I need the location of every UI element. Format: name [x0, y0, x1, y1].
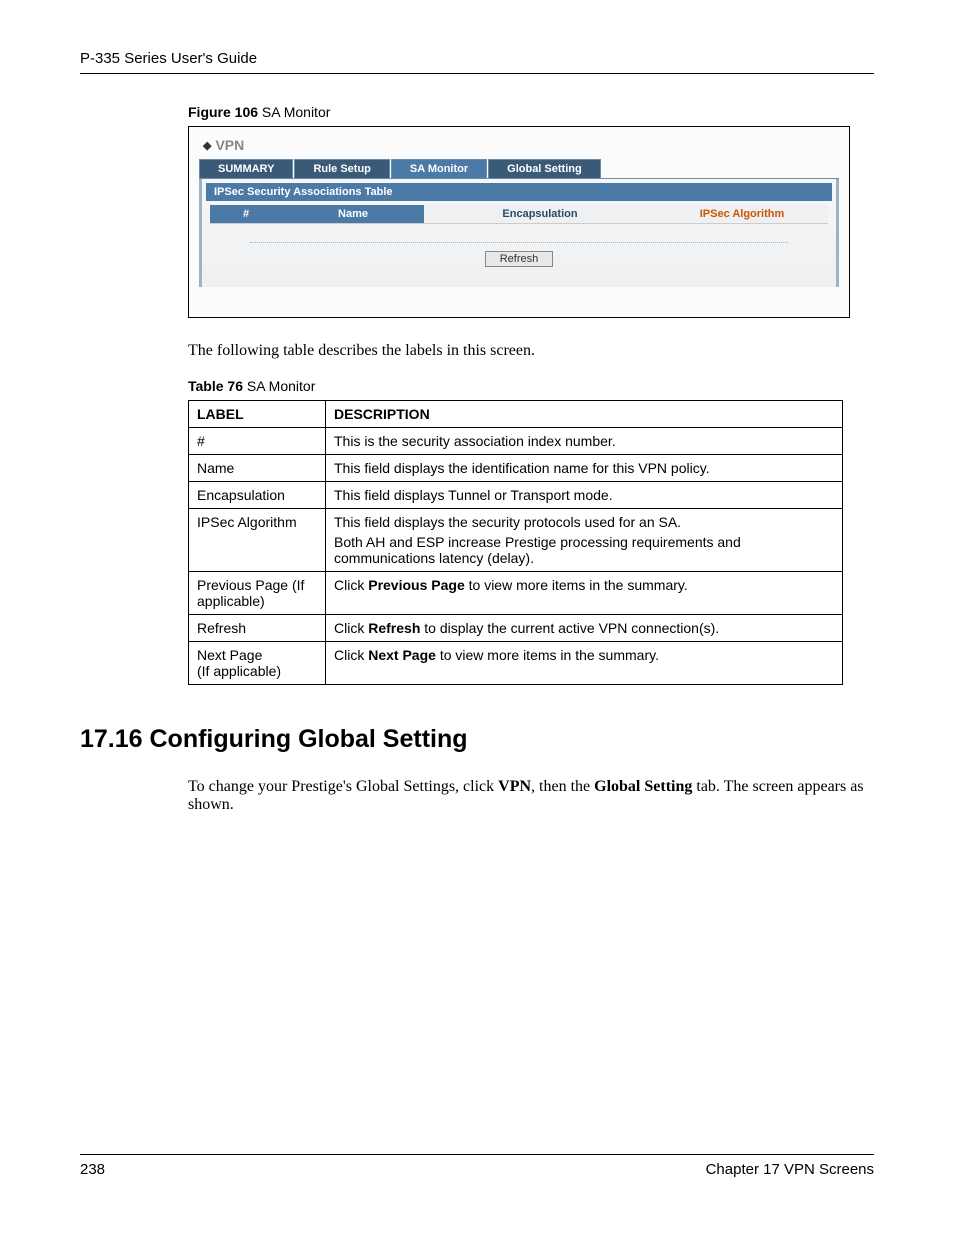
cell-label: Previous Page (If applicable)	[189, 572, 326, 615]
bullet-icon: ◆	[203, 140, 211, 152]
desc-line: Both AH and ESP increase Prestige proces…	[334, 534, 834, 566]
panel-heading: IPSec Security Associations Table	[206, 183, 832, 201]
table-row: # This is the security association index…	[189, 428, 843, 455]
table-row: Previous Page (If applicable) Click Prev…	[189, 572, 843, 615]
cell-desc: This field displays Tunnel or Transport …	[326, 482, 843, 509]
cell-desc: This field displays the identification n…	[326, 455, 843, 482]
col-name: Name	[282, 205, 424, 224]
figure-title: SA Monitor	[258, 104, 330, 120]
figure-number: Figure 106	[188, 104, 258, 120]
tab-global-setting[interactable]: Global Setting	[488, 159, 601, 178]
page-number: 238	[80, 1161, 105, 1178]
tab-bar: SUMMARY Rule Setup SA Monitor Global Set…	[199, 159, 839, 179]
table-row: IPSec Algorithm This field displays the …	[189, 509, 843, 572]
figure-caption: Figure 106 SA Monitor	[188, 104, 864, 120]
cell-label: Refresh	[189, 615, 326, 642]
screenshot-panel: ◆ VPN SUMMARY Rule Setup SA Monitor Globa…	[188, 126, 850, 318]
table-row: Name This field displays the identificat…	[189, 455, 843, 482]
cell-label: Next Page(If applicable)	[189, 642, 326, 685]
section-heading: 17.16 Configuring Global Setting	[80, 725, 874, 754]
section-paragraph: To change your Prestige's Global Setting…	[188, 778, 864, 814]
cell-label: Name	[189, 455, 326, 482]
col-ipsec-algorithm: IPSec Algorithm	[656, 205, 828, 224]
tab-sa-monitor[interactable]: SA Monitor	[391, 159, 487, 178]
page-header: P-335 Series User's Guide	[80, 50, 874, 74]
chapter-label: Chapter 17 VPN Screens	[706, 1161, 874, 1178]
desc-line: This field displays the security protoco…	[334, 514, 834, 530]
vpn-section-title: ◆ VPN	[199, 135, 839, 157]
refresh-button[interactable]: Refresh	[485, 251, 554, 267]
description-table: LABEL DESCRIPTION # This is the security…	[188, 400, 843, 685]
page-footer: 238 Chapter 17 VPN Screens	[80, 1154, 874, 1178]
header-label: LABEL	[189, 401, 326, 428]
divider	[250, 242, 788, 243]
table-caption: Table 76 SA Monitor	[188, 378, 864, 394]
tab-rule-setup[interactable]: Rule Setup	[294, 159, 389, 178]
intro-paragraph: The following table describes the labels…	[188, 342, 864, 360]
cell-label: Encapsulation	[189, 482, 326, 509]
header-description: DESCRIPTION	[326, 401, 843, 428]
table-row: Encapsulation This field displays Tunnel…	[189, 482, 843, 509]
col-index: #	[210, 205, 282, 224]
cell-label: #	[189, 428, 326, 455]
cell-desc: Click Refresh to display the current act…	[326, 615, 843, 642]
associations-table: # Name Encapsulation IPSec Algorithm	[210, 205, 828, 224]
cell-desc: Click Next Page to view more items in th…	[326, 642, 843, 685]
table-number: Table 76	[188, 378, 243, 394]
table-row: Next Page(If applicable) Click Next Page…	[189, 642, 843, 685]
cell-desc: Click Previous Page to view more items i…	[326, 572, 843, 615]
cell-label: IPSec Algorithm	[189, 509, 326, 572]
col-encapsulation: Encapsulation	[424, 205, 656, 224]
tab-summary[interactable]: SUMMARY	[199, 159, 293, 178]
table-row: Refresh Click Refresh to display the cur…	[189, 615, 843, 642]
cell-desc: This is the security association index n…	[326, 428, 843, 455]
vpn-title-text: VPN	[215, 137, 244, 153]
cell-desc: This field displays the security protoco…	[326, 509, 843, 572]
ipsec-panel: IPSec Security Associations Table # Name…	[199, 179, 839, 287]
table-title: SA Monitor	[243, 378, 315, 394]
